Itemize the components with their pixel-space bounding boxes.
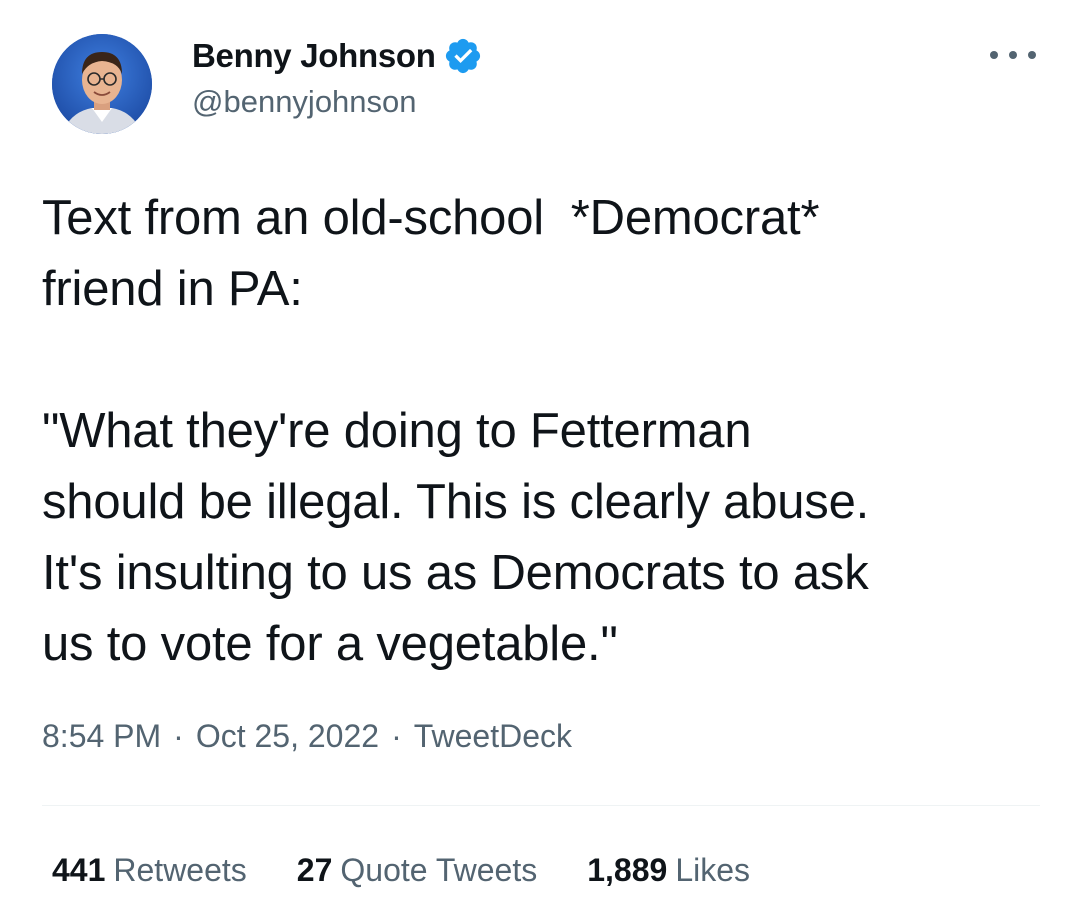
meta-separator: · xyxy=(391,718,402,754)
retweets-label: Retweets xyxy=(113,852,247,888)
likes-count: 1,889 xyxy=(587,852,668,888)
tweet-source[interactable]: TweetDeck xyxy=(414,718,572,755)
author-handle[interactable]: @bennyjohnson xyxy=(192,84,417,120)
tweet-time[interactable]: 8:54 PM xyxy=(42,718,161,755)
tweet-card: Benny Johnson @bennyjohnson Text from an… xyxy=(0,0,1080,907)
author-name-row: Benny Johnson xyxy=(192,34,483,78)
tweet-date[interactable]: Oct 25, 2022 xyxy=(196,718,379,755)
verified-badge-icon xyxy=(443,36,483,76)
dot-icon xyxy=(990,51,998,59)
tweet-text: Text from an old-school *Democrat* frien… xyxy=(42,191,870,671)
quote-tweets-stat[interactable]: 27 Quote Tweets xyxy=(297,852,537,889)
tweet-stats: 441 Retweets 27 Quote Tweets 1,889 Likes xyxy=(52,852,800,889)
retweets-count: 441 xyxy=(52,852,106,888)
quote-tweets-label: Quote Tweets xyxy=(340,852,538,888)
retweets-stat[interactable]: 441 Retweets xyxy=(52,852,247,889)
likes-label: Likes xyxy=(675,852,751,888)
quote-tweets-count: 27 xyxy=(296,852,333,888)
avatar-image xyxy=(52,34,152,134)
dot-icon xyxy=(1009,51,1017,59)
avatar[interactable] xyxy=(52,34,152,134)
tweet-meta: 8:54 PM · Oct 25, 2022 · TweetDeck xyxy=(42,718,572,755)
dot-icon xyxy=(1028,51,1036,59)
likes-stat[interactable]: 1,889 Likes xyxy=(587,852,750,889)
more-options-icon[interactable] xyxy=(990,44,1036,66)
meta-separator: · xyxy=(173,718,184,754)
author-display-name[interactable]: Benny Johnson xyxy=(192,37,436,75)
divider xyxy=(42,805,1040,806)
